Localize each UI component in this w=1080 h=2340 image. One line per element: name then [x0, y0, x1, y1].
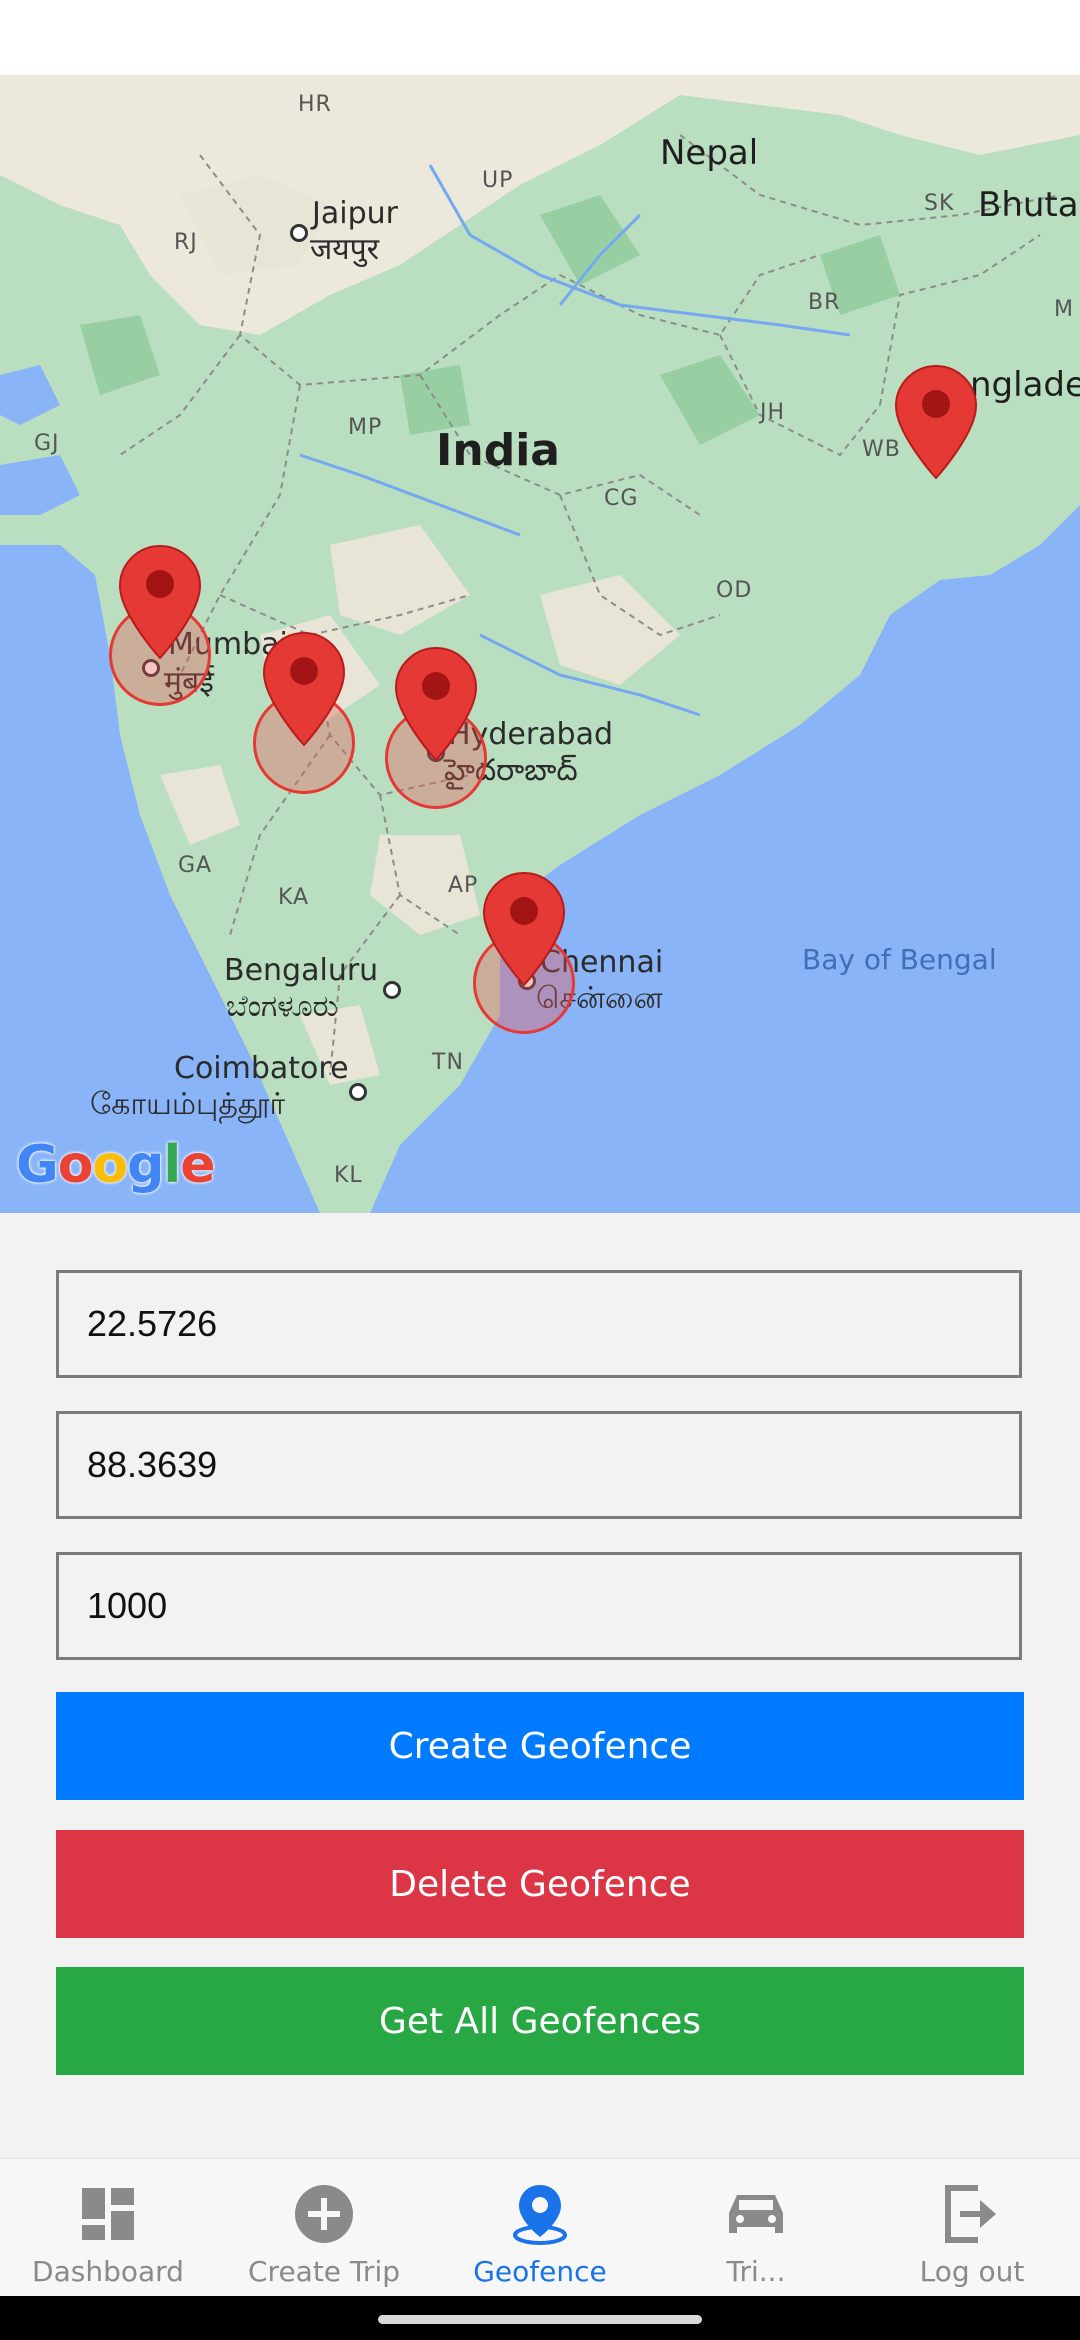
city-dot — [290, 224, 308, 242]
home-indicator[interactable] — [378, 2315, 702, 2324]
map-city-label: கோயம்புத்தூர் — [90, 1087, 286, 1122]
nav-item-geofence[interactable]: Geofence — [432, 2159, 648, 2297]
map-state-label: GA — [178, 853, 213, 878]
map-country-label: India — [436, 425, 560, 476]
latitude-input[interactable] — [56, 1270, 1022, 1378]
map-state-label: OD — [716, 578, 753, 603]
map-state-label: KL — [334, 1163, 363, 1188]
radius-input[interactable] — [56, 1552, 1022, 1660]
get-all-geofences-button[interactable]: Get All Geofences — [56, 1967, 1024, 2075]
nav-item-dashboard[interactable]: Dashboard — [0, 2159, 216, 2297]
map-city-label: जयपुर — [310, 232, 379, 267]
location-pin-icon — [510, 2183, 570, 2245]
map-state-label: SK — [924, 191, 955, 216]
nav-label: Tri... — [726, 2255, 786, 2288]
nav-item-logout[interactable]: Log out — [864, 2159, 1080, 2297]
nav-label: Create Trip — [248, 2255, 400, 2288]
map-marker-icon[interactable] — [262, 631, 346, 747]
map-state-label: AP — [448, 873, 479, 898]
map-city-label: ಬೆಂಗಳೂರು — [226, 989, 339, 1024]
map-marker-icon[interactable] — [482, 871, 566, 987]
longitude-input[interactable] — [56, 1411, 1022, 1519]
map-state-label: TN — [432, 1050, 464, 1075]
car-icon — [726, 2183, 786, 2245]
nav-label: Geofence — [473, 2255, 607, 2288]
city-dot — [383, 981, 401, 999]
map-country-label: Nepal — [660, 133, 759, 173]
map-state-label: HR — [298, 92, 332, 117]
map-state-label: KA — [278, 885, 310, 910]
map-state-label: GJ — [34, 431, 60, 456]
nav-label: Dashboard — [32, 2255, 184, 2288]
map-state-label: BR — [808, 290, 841, 315]
add-circle-icon — [294, 2183, 354, 2245]
map-country-label: Bhuta — [978, 185, 1079, 225]
map-marker-icon[interactable] — [894, 364, 978, 480]
map-state-label: MP — [348, 415, 383, 440]
map-state-label: UP — [482, 168, 514, 193]
nav-label: Log out — [919, 2255, 1025, 2288]
map-state-label: RJ — [174, 230, 198, 255]
map-water-label: Bay of Bengal — [802, 943, 997, 976]
map-city-label: Bengaluru — [224, 953, 379, 988]
map-state-label: M — [1054, 297, 1074, 322]
map-city-label: Coimbatore — [174, 1051, 349, 1086]
map-city-label: Jaipur — [312, 196, 398, 231]
create-geofence-button[interactable]: Create Geofence — [56, 1692, 1024, 1800]
city-dot — [349, 1083, 367, 1101]
map-state-label: CG — [604, 486, 639, 511]
bottom-nav: Dashboard Create Trip Geofence Tri... Lo… — [0, 2158, 1080, 2297]
map-view[interactable]: HR UP RJ BR SK M JH GJ MP WB CG OD GA KA… — [0, 75, 1080, 1213]
dashboard-icon — [78, 2183, 138, 2245]
map-marker-icon[interactable] — [394, 646, 478, 762]
delete-geofence-button[interactable]: Delete Geofence — [56, 1830, 1024, 1938]
nav-item-trips[interactable]: Tri... — [648, 2159, 864, 2297]
status-bar — [0, 0, 1080, 75]
nav-item-create-trip[interactable]: Create Trip — [216, 2159, 432, 2297]
google-logo: Google — [16, 1135, 216, 1195]
map-country-label: nglade — [970, 365, 1080, 405]
logout-icon — [942, 2183, 1002, 2245]
map-marker-icon[interactable] — [118, 544, 202, 660]
map-state-label: JH — [760, 400, 786, 425]
